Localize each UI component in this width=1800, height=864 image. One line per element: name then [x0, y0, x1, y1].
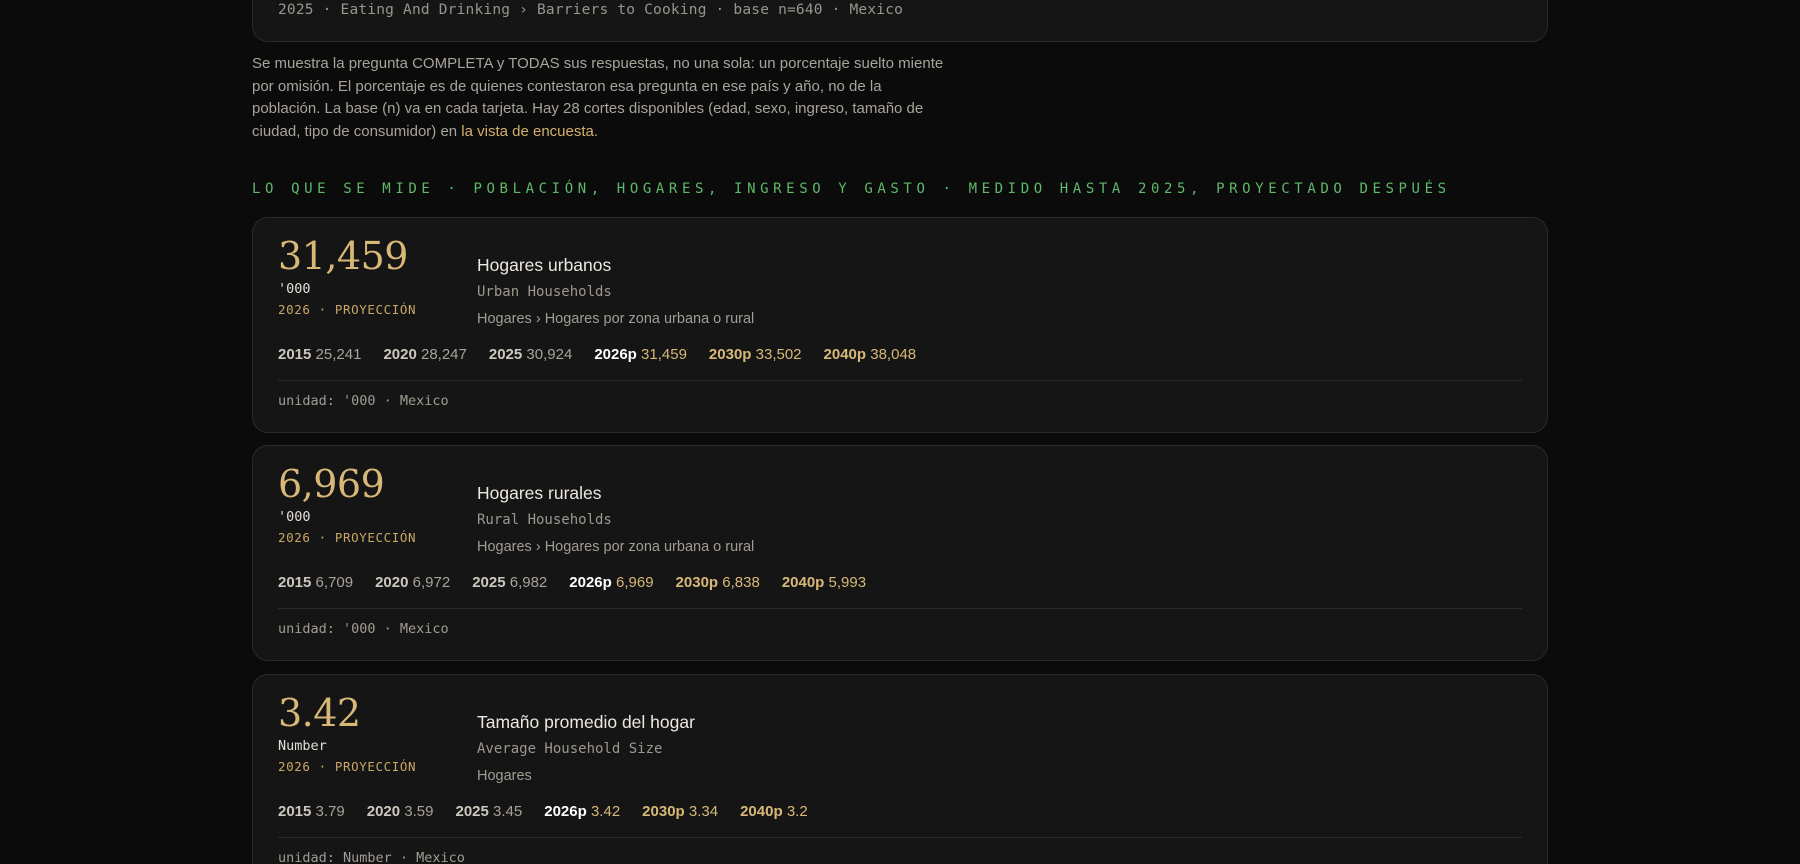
year-value-item-projected: 2040p 5,993	[781, 574, 867, 591]
year-value-item-current: 2026p 3.42	[544, 803, 621, 820]
year-value-item-projected: 2030p 33,502	[708, 346, 802, 363]
metric-value: 6,969	[278, 462, 385, 506]
metric-value: 31,459	[278, 234, 408, 278]
card-divider	[278, 608, 1522, 609]
metric-card-urban-households: 31,459 '000 2026 · PROYECCIÓN Hogares ur…	[252, 217, 1548, 433]
metric-year-series: 2015 6,709 2020 6,972 2025 6,982 2026p 6…	[278, 574, 866, 591]
survey-breadcrumb: 2025 · Eating And Drinking › Barriers to…	[278, 2, 904, 18]
metric-title-en: Rural Households	[477, 512, 612, 528]
year-value-item-current: 2026p 6,969	[569, 574, 654, 591]
year-value-item: 2015 3.79	[278, 803, 345, 820]
metric-card-rural-households: 6,969 '000 2026 · PROYECCIÓN Hogares rur…	[252, 445, 1548, 661]
methodology-note: Se muestra la pregunta COMPLETA y TODAS …	[252, 53, 952, 143]
year-value-item: 2015 25,241	[278, 346, 362, 363]
card-divider	[278, 380, 1522, 381]
metric-category-path: Hogares › Hogares por zona urbana o rura…	[477, 311, 755, 327]
metric-projection-label: 2026 · PROYECCIÓN	[278, 530, 417, 545]
metric-unit-footer: unidad: Number · Mexico	[278, 850, 465, 864]
metric-unit-footer: unidad: '000 · Mexico	[278, 621, 449, 637]
metric-projection-label: 2026 · PROYECCIÓN	[278, 759, 417, 774]
year-value-item-current: 2026p 31,459	[594, 346, 687, 363]
year-value-item: 2020 3.59	[366, 803, 434, 820]
card-divider	[278, 837, 1522, 838]
metric-unit: Number	[278, 738, 327, 754]
survey-context-card: 2025 · Eating And Drinking › Barriers to…	[252, 0, 1548, 42]
metric-title-es: Hogares urbanos	[477, 255, 612, 275]
metric-card-average-household-size: 3.42 Number 2026 · PROYECCIÓN Tamaño pro…	[252, 674, 1548, 864]
metric-projection-label: 2026 · PROYECCIÓN	[278, 302, 417, 317]
metric-unit-footer: unidad: '000 · Mexico	[278, 393, 449, 409]
section-heading: LO QUE SE MIDE · POBLACIÓN, HOGARES, ING…	[252, 181, 1451, 197]
survey-view-link[interactable]: la vista de encuesta	[461, 123, 594, 140]
metric-category-path: Hogares	[477, 768, 532, 784]
methodology-note-end: .	[593, 122, 599, 140]
metric-year-series: 2015 3.79 2020 3.59 2025 3.45 2026p 3.42…	[278, 803, 808, 820]
page: 2025 · Eating And Drinking › Barriers to…	[0, 0, 1800, 864]
year-value-item: 2015 6,709	[278, 574, 354, 591]
metric-title-en: Average Household Size	[477, 741, 663, 757]
year-value-item: 2020 28,247	[383, 346, 467, 363]
metric-title-es: Tamaño promedio del hogar	[477, 712, 695, 732]
year-value-item: 2025 3.45	[455, 803, 523, 820]
year-value-item-projected: 2040p 38,048	[823, 346, 917, 363]
metric-unit: '000	[278, 509, 311, 525]
year-value-item-projected: 2030p 3.34	[642, 803, 719, 820]
metric-title-es: Hogares rurales	[477, 483, 602, 503]
metric-value: 3.42	[278, 691, 361, 735]
year-value-item: 2025 30,924	[488, 346, 573, 363]
metric-title-en: Urban Households	[477, 284, 612, 300]
metric-unit: '000	[278, 281, 311, 297]
year-value-item: 2020 6,972	[375, 574, 451, 591]
year-value-item: 2025 6,982	[472, 574, 548, 591]
year-value-item-projected: 2030p 6,838	[675, 574, 760, 591]
metric-year-series: 2015 25,241 2020 28,247 2025 30,924 2026…	[278, 346, 916, 363]
metric-category-path: Hogares › Hogares por zona urbana o rura…	[477, 539, 755, 555]
year-value-item-projected: 2040p 3.2	[740, 803, 808, 820]
